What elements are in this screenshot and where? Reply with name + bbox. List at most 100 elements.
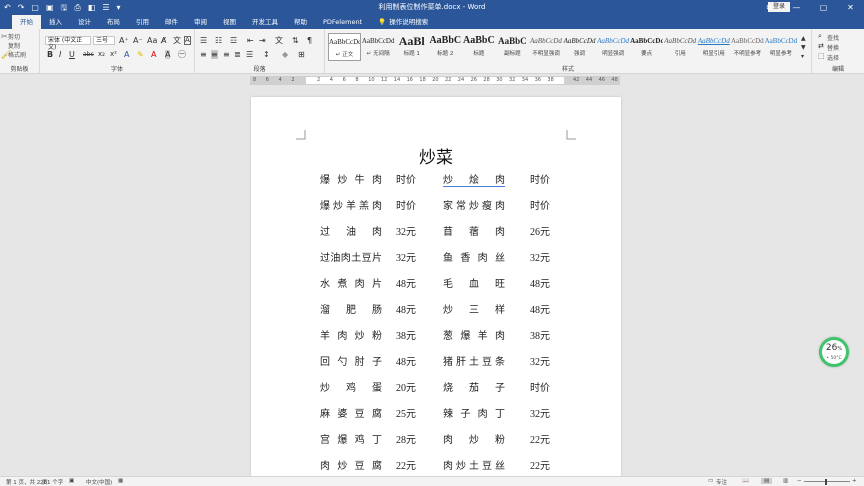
shrink-font-button[interactable]: A⁻ bbox=[133, 36, 143, 45]
document-page[interactable]: 炒菜 爆炒牛肉 时价 炒烩肉 时价 爆炒羊羔肉 时价 家常炒瘦肉 时价 过油肉 32元 苜蓿肉 26元… bbox=[251, 97, 621, 476]
align-center-icon[interactable]: ≡ bbox=[211, 50, 218, 59]
distributed-icon[interactable]: ☰ bbox=[246, 50, 253, 59]
char-shading-icon[interactable]: A bbox=[165, 50, 171, 59]
chinese-layout-icon[interactable]: 文 bbox=[275, 36, 283, 45]
shading-icon[interactable]: ◆ bbox=[282, 50, 288, 59]
style-normal[interactable]: AaBbCcDd ↵ 正文 bbox=[328, 33, 362, 61]
decrease-indent-icon[interactable]: ⇤ bbox=[247, 36, 254, 45]
print-layout-icon[interactable]: ▤ bbox=[761, 478, 773, 484]
underline-button[interactable]: U bbox=[69, 50, 75, 59]
layout-icon[interactable]: ◧ bbox=[88, 3, 96, 13]
style-intense-quote[interactable]: AaBbCcDd 明显引用 bbox=[697, 33, 730, 61]
ribbon-display-icon[interactable]: ⧉ bbox=[756, 0, 783, 15]
sort-icon[interactable]: ⇅ bbox=[292, 36, 299, 45]
copy-button[interactable]: 复制 bbox=[8, 41, 20, 50]
char-border-button[interactable]: A bbox=[184, 36, 191, 45]
borders-icon[interactable]: ⊞ bbox=[298, 50, 305, 59]
macro-icon[interactable]: ▦ bbox=[118, 478, 123, 484]
language-indicator[interactable]: 中文(中国) bbox=[86, 478, 112, 486]
web-layout-icon[interactable]: ▥ bbox=[783, 478, 788, 484]
style-heading-1[interactable]: AaBl 标题 1 bbox=[395, 33, 428, 61]
open-icon[interactable]: ▣ bbox=[46, 3, 54, 13]
zoom-slider[interactable] bbox=[804, 481, 850, 482]
word-count[interactable]: 281 个字 bbox=[40, 478, 63, 486]
grow-font-button[interactable]: A⁺ bbox=[119, 36, 129, 45]
tab-view[interactable]: 视图 bbox=[215, 15, 244, 29]
tab-design[interactable]: 设计 bbox=[70, 15, 99, 29]
ruler-number: 24 bbox=[457, 77, 465, 83]
font-color-icon[interactable]: A bbox=[151, 50, 156, 59]
gallery-up-icon[interactable]: ▲ bbox=[801, 34, 806, 43]
phonetic-guide-button[interactable]: 文 bbox=[173, 36, 181, 45]
style-quote[interactable]: AaBbCcDd 引用 bbox=[664, 33, 697, 61]
text-effects-icon[interactable]: A bbox=[124, 50, 129, 59]
font-size-select[interactable]: 三号 bbox=[93, 36, 115, 45]
enclose-char-icon[interactable]: ㊀ bbox=[178, 50, 186, 59]
justify-icon[interactable]: ≣ bbox=[234, 50, 241, 59]
multilevel-list-icon[interactable]: ☲ bbox=[230, 36, 237, 45]
align-left-icon[interactable]: ≡ bbox=[200, 50, 207, 59]
tab-mailings[interactable]: 邮件 bbox=[157, 15, 186, 29]
zoom-out-icon[interactable]: − bbox=[797, 478, 802, 484]
zoom-slider-thumb[interactable] bbox=[825, 479, 827, 485]
strikethrough-button[interactable]: abc bbox=[83, 50, 94, 59]
style-emphasis[interactable]: AaBbCcDd 强调 bbox=[563, 33, 596, 61]
replace-button[interactable]: 替换 bbox=[827, 43, 839, 52]
find-button[interactable]: 查找 bbox=[827, 33, 839, 42]
dish-name: 苜蓿肉 bbox=[443, 227, 505, 238]
bullets-icon[interactable]: ☰ bbox=[200, 36, 207, 45]
style-strong[interactable]: AaBbCcDd 要点 bbox=[630, 33, 663, 61]
tab-review[interactable]: 审阅 bbox=[186, 15, 215, 29]
gallery-more-icon[interactable]: ▾ bbox=[801, 52, 804, 61]
list-icon[interactable]: ☰ bbox=[102, 3, 109, 13]
focus-mode-button[interactable]: 专注 bbox=[716, 478, 727, 486]
tell-me-search[interactable]: 💡 操作说明搜索 bbox=[370, 15, 436, 29]
tab-pdfelement[interactable]: PDFelement bbox=[315, 15, 370, 29]
italic-button[interactable]: I bbox=[59, 50, 61, 59]
save-icon[interactable]: 🖫 bbox=[61, 3, 68, 13]
tab-home[interactable]: 开始 bbox=[12, 15, 41, 29]
maximize-icon[interactable]: ▢ bbox=[810, 0, 837, 15]
highlight-icon[interactable]: ✎ bbox=[137, 50, 144, 59]
style-subtle-reference[interactable]: AaBbCcDd 不明显参考 bbox=[731, 33, 764, 61]
style-intense-emphasis[interactable]: AaBbCcDd 明显强调 bbox=[597, 33, 630, 61]
style-heading-2[interactable]: AaBbC 标题 2 bbox=[429, 33, 462, 61]
superscript-button[interactable]: x² bbox=[110, 50, 117, 59]
style-no-spacing[interactable]: AaBbCcDd ↵ 无间隔 bbox=[362, 33, 395, 61]
align-right-icon[interactable]: ≡ bbox=[223, 50, 230, 59]
cut-button[interactable]: 剪切 bbox=[8, 32, 20, 41]
bold-button[interactable]: B bbox=[47, 50, 53, 59]
select-button[interactable]: 选择 bbox=[827, 53, 839, 62]
performance-widget[interactable]: 26% • 50°C bbox=[819, 337, 849, 367]
proofing-icon[interactable]: ▣ bbox=[69, 478, 74, 484]
new-doc-icon[interactable]: ▢ bbox=[31, 3, 39, 13]
tab-help[interactable]: 帮助 bbox=[286, 15, 315, 29]
style-subtle-emphasis[interactable]: AaBbCcDd 不明显强调 bbox=[529, 33, 562, 61]
print-icon[interactable]: ⎙ bbox=[74, 3, 80, 13]
gallery-down-icon[interactable]: ▼ bbox=[801, 43, 806, 52]
increase-indent-icon[interactable]: ⇥ bbox=[259, 36, 266, 45]
tab-references[interactable]: 引用 bbox=[128, 15, 157, 29]
style-title[interactable]: AaBbC 标题 bbox=[462, 33, 495, 61]
font-name-select[interactable]: 宋体 (中文正文) bbox=[45, 36, 91, 51]
numbering-icon[interactable]: ☷ bbox=[215, 36, 222, 45]
tab-developer[interactable]: 开发工具 bbox=[244, 15, 286, 29]
undo-icon[interactable]: ↶ bbox=[4, 3, 11, 13]
style-intense-reference[interactable]: AaBbCcDd 明显参考 bbox=[764, 33, 798, 61]
change-case-button[interactable]: Aa bbox=[147, 36, 157, 45]
redo-icon[interactable]: ↷ bbox=[18, 3, 25, 13]
dish-price: 32元 bbox=[530, 253, 550, 264]
close-icon[interactable]: ✕ bbox=[837, 0, 864, 15]
horizontal-ruler[interactable]: 8 6 4 2 2 4 6 8 10 12 14 16 18 20 22 24 26 28 30 32 34 36 38 42… bbox=[250, 76, 620, 85]
tab-layout[interactable]: 布局 bbox=[99, 15, 128, 29]
read-mode-icon[interactable]: 📖 bbox=[742, 478, 749, 484]
line-spacing-icon[interactable]: ↕ bbox=[263, 50, 270, 59]
tab-insert[interactable]: 插入 bbox=[41, 15, 70, 29]
style-subtitle[interactable]: AaBbC 副标题 bbox=[496, 33, 529, 61]
customize-qat-icon[interactable]: ▾ bbox=[117, 3, 121, 13]
subscript-button[interactable]: x₂ bbox=[98, 50, 105, 59]
zoom-in-icon[interactable]: + bbox=[852, 478, 857, 484]
minimize-icon[interactable]: — bbox=[783, 0, 810, 15]
show-marks-icon[interactable]: ¶ bbox=[307, 36, 312, 45]
clear-format-icon[interactable]: A̸ bbox=[161, 36, 166, 45]
